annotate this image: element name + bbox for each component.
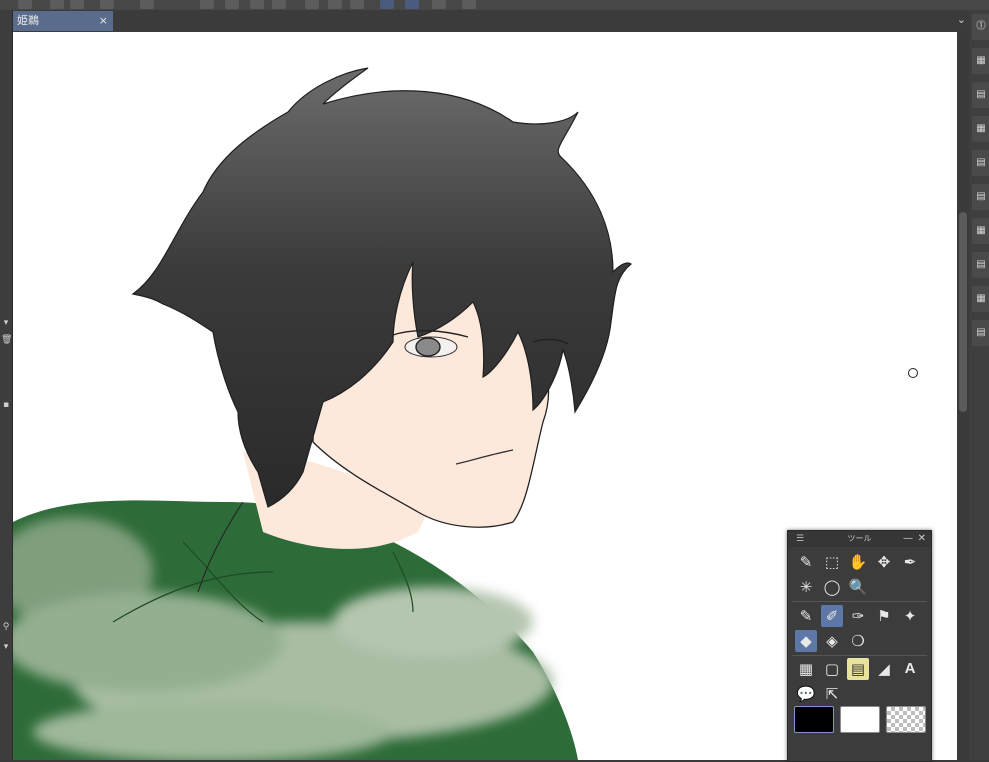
tool-icon[interactable] — [50, 0, 64, 9]
search-icon[interactable]: ⚲ — [1, 622, 11, 632]
ruler-icon[interactable]: ◢ — [873, 658, 895, 680]
pen-icon[interactable]: ✎ — [795, 605, 817, 627]
dock-button[interactable]: ▦ — [972, 116, 989, 142]
blend-icon[interactable]: ◈ — [821, 630, 843, 652]
tool-icon[interactable] — [432, 0, 446, 9]
balloon-icon[interactable]: 💬 — [795, 683, 817, 705]
dock-button[interactable]: ▦ — [972, 286, 989, 312]
tool-palette-header[interactable]: ☰ ツール — ✕ — [788, 531, 931, 547]
auto-select-tool-icon[interactable]: ✳ — [795, 576, 817, 598]
move-tool-icon[interactable]: ✥ — [873, 551, 895, 573]
dock-button[interactable]: ▦ — [972, 218, 989, 244]
tool-icon[interactable] — [100, 0, 114, 9]
trash-icon[interactable]: 🗑 — [1, 335, 12, 345]
dock-button[interactable]: ⓵ — [972, 14, 989, 40]
right-dock: ⓵ ▦ ▤ ▦ ▤ ▤ ▦ ▤ ▦ ▤ — [969, 10, 989, 760]
brush-cursor — [908, 368, 918, 378]
lasso-tool-icon[interactable]: ◯ — [821, 576, 843, 598]
chevron-down-icon[interactable]: ⌄ — [957, 13, 966, 26]
tool-icon[interactable] — [350, 0, 364, 9]
left-dock: ▾ 🗑 ▪ ⚲ ▾ — [0, 10, 13, 760]
tool-icon[interactable] — [250, 0, 264, 9]
canvas-tab-title: 姫鵜 — [17, 14, 39, 27]
tool-icon[interactable] — [70, 0, 84, 9]
figure-icon[interactable]: ▢ — [821, 658, 843, 680]
eraser-icon[interactable]: ◆ — [795, 630, 817, 652]
canvas-tab[interactable]: 姫鵜 × — [13, 11, 113, 31]
pen-tool-icon[interactable]: ✎ — [795, 551, 817, 573]
dock-button[interactable]: ▤ — [972, 320, 989, 346]
eyedropper-tool-icon[interactable]: ✒ — [899, 551, 921, 573]
speech-icon[interactable] — [462, 0, 476, 9]
frame-icon[interactable]: ▤ — [847, 658, 869, 680]
minimize-icon[interactable]: — — [903, 531, 913, 547]
canvas-tab-bar: 姫鵜 × ⌄ — [12, 10, 970, 32]
tool-icon[interactable] — [18, 0, 32, 9]
divider — [792, 655, 927, 656]
hand-tool-icon[interactable]: ✋ — [847, 551, 869, 573]
dock-button[interactable]: ▤ — [972, 150, 989, 176]
gradient-icon[interactable]: ▦ — [795, 658, 817, 680]
chevron-down-icon[interactable]: ▾ — [1, 642, 11, 652]
vertical-scrollbar[interactable] — [957, 32, 969, 760]
operation-tool-icon[interactable]: ⬚ — [821, 551, 843, 573]
close-icon[interactable]: × — [99, 11, 108, 31]
main-color-swatch[interactable] — [794, 706, 834, 733]
tool-icon[interactable] — [225, 0, 239, 9]
dock-button[interactable]: ▤ — [972, 82, 989, 108]
scrollbar-thumb[interactable] — [959, 212, 967, 412]
spark-icon[interactable] — [200, 0, 214, 9]
tool-icon[interactable] — [305, 0, 319, 9]
transparent-color-swatch[interactable] — [886, 706, 926, 733]
divider — [792, 601, 927, 602]
dock-button[interactable]: ▤ — [972, 184, 989, 210]
airbrush-icon[interactable]: ⚑ — [873, 605, 895, 627]
undo-icon[interactable] — [140, 0, 154, 9]
tool-icon[interactable] — [380, 0, 394, 9]
correct-line-icon[interactable]: ⇱ — [821, 683, 843, 705]
decoration-icon[interactable]: ✦ — [899, 605, 921, 627]
dock-button[interactable]: ▤ — [972, 252, 989, 278]
chevron-down-icon[interactable]: ▾ — [1, 318, 11, 328]
dock-button[interactable]: ▦ — [972, 48, 989, 74]
tool-icon[interactable] — [405, 0, 419, 9]
fill-icon[interactable]: ❍ — [847, 630, 869, 652]
text-icon[interactable]: A — [899, 658, 921, 680]
square-icon[interactable]: ▪ — [1, 400, 11, 410]
tool-icon[interactable] — [328, 0, 342, 9]
zoom-tool-icon[interactable]: 🔍 — [847, 576, 869, 598]
close-icon[interactable]: ✕ — [918, 531, 926, 547]
pencil-icon[interactable]: ✐ — [821, 605, 843, 627]
brush-icon[interactable]: ✑ — [847, 605, 869, 627]
tool-icon[interactable] — [272, 0, 286, 9]
sub-color-swatch[interactable] — [840, 706, 880, 733]
